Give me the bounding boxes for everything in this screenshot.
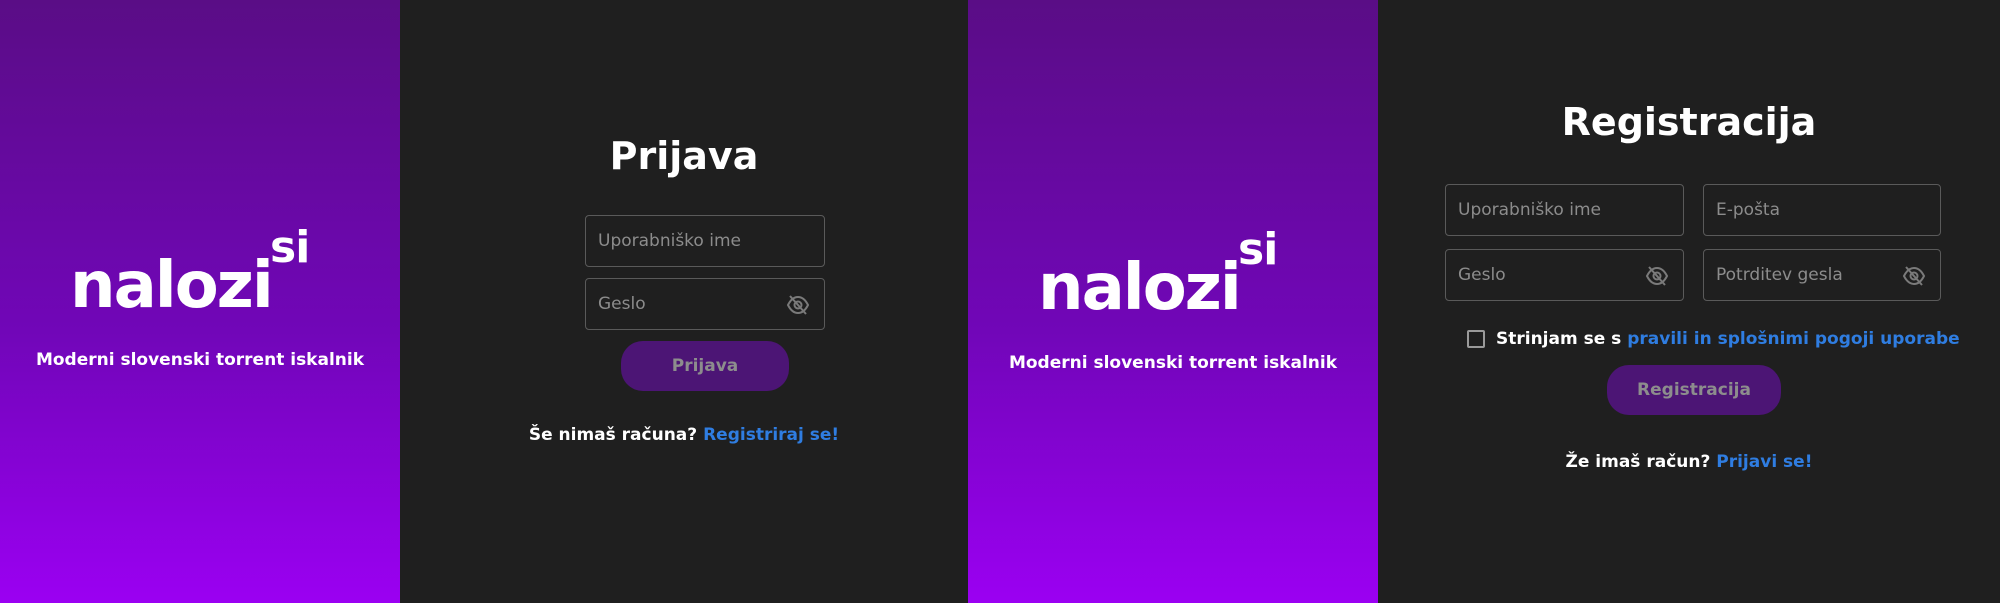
- register-link[interactable]: Registriraj se!: [703, 425, 839, 445]
- login-username-input[interactable]: [586, 216, 824, 266]
- terms-checkbox[interactable]: [1467, 330, 1485, 348]
- logo-wordmark: nalozi: [1038, 251, 1242, 325]
- site-logo: nalozi si: [1038, 228, 1278, 321]
- login-footer: Še nimaš računa? Registriraj se!: [400, 425, 968, 445]
- site-logo: nalozi si: [70, 226, 310, 319]
- terms-label: Strinjam se s pravili in splošnimi pogoj…: [1496, 329, 1960, 349]
- register-email-input[interactable]: [1704, 185, 1940, 235]
- register-password-field[interactable]: [1445, 249, 1684, 301]
- login-submit-button[interactable]: Prijava: [621, 341, 789, 391]
- login-link[interactable]: Prijavi se!: [1716, 452, 1812, 472]
- register-email-field[interactable]: [1703, 184, 1941, 236]
- eye-off-icon[interactable]: [1645, 265, 1669, 287]
- login-title: Prijava: [609, 134, 759, 178]
- logo-superscript: si: [1238, 224, 1278, 275]
- login-password-field[interactable]: [585, 278, 825, 330]
- register-footer-text: Že imaš račun?: [1565, 452, 1711, 472]
- brand-panel-register: nalozi si Moderni slovenski torrent iska…: [968, 0, 1378, 603]
- login-footer-text: Še nimaš računa?: [528, 425, 698, 445]
- terms-link[interactable]: pravili in splošnimi pogoji uporabe: [1627, 329, 1959, 349]
- register-submit-button[interactable]: Registracija: [1607, 365, 1781, 415]
- terms-text: Strinjam se s: [1496, 329, 1622, 349]
- register-username-field[interactable]: [1445, 184, 1684, 236]
- logo-superscript: si: [270, 222, 310, 273]
- brand-panel-login: nalozi si Moderni slovenski torrent iska…: [0, 0, 400, 603]
- eye-off-icon[interactable]: [786, 294, 810, 316]
- eye-off-icon[interactable]: [1902, 265, 1926, 287]
- register-confirm-password-field[interactable]: [1703, 249, 1941, 301]
- register-panel: Registracija Strinjam se s: [1378, 0, 2000, 603]
- logo-wordmark: nalozi: [70, 249, 274, 323]
- tagline: Moderni slovenski torrent iskalnik: [35, 350, 365, 370]
- register-title: Registracija: [1561, 100, 1817, 144]
- register-username-input[interactable]: [1446, 185, 1683, 235]
- tagline: Moderni slovenski torrent iskalnik: [1008, 353, 1338, 373]
- screenshot-stage: nalozi si Moderni slovenski torrent iska…: [0, 0, 2000, 603]
- register-footer: Že imaš račun? Prijavi se!: [1378, 452, 2000, 472]
- login-username-field[interactable]: [585, 215, 825, 267]
- login-panel: Prijava Prijava Še nimaš računa? Registr…: [400, 0, 968, 603]
